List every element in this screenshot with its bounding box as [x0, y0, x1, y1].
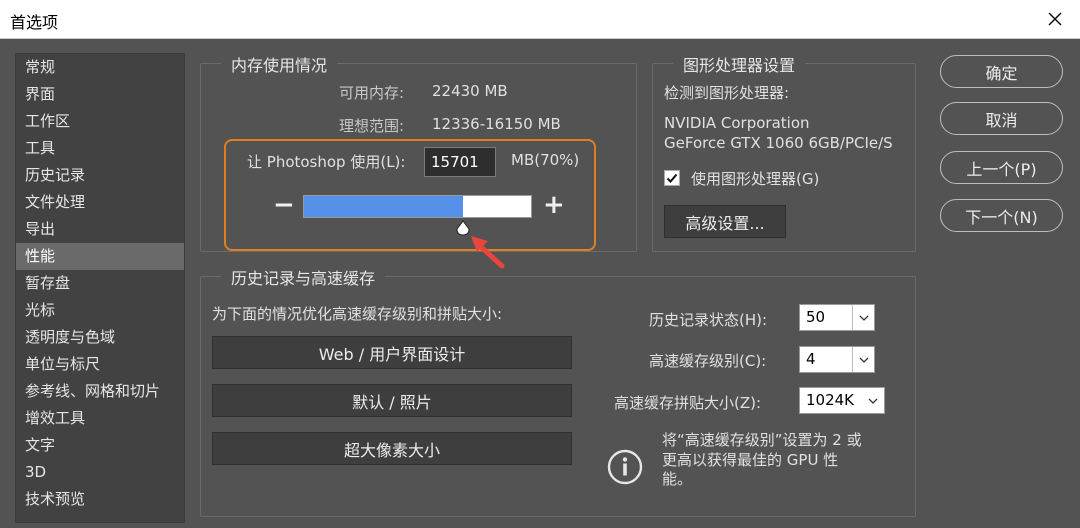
- close-icon: [1048, 12, 1062, 26]
- preset-default-photo-button[interactable]: 默认 / 照片: [212, 384, 572, 417]
- sidebar-item-type[interactable]: 文字: [16, 432, 184, 459]
- memory-amount-input[interactable]: [424, 147, 496, 177]
- memory-slider[interactable]: [303, 195, 532, 218]
- next-button[interactable]: 下一个(N): [940, 199, 1063, 232]
- ok-button[interactable]: 确定: [940, 55, 1063, 88]
- ideal-range-label: 理想范围:: [339, 117, 405, 135]
- info-text-line-1: 将“高速缓存级别”设置为 2 或: [662, 431, 862, 449]
- checkmark-icon: [666, 173, 678, 183]
- preset-web-ui-button[interactable]: Web / 用户界面设计: [212, 336, 572, 369]
- available-memory-value: 22430 MB: [432, 82, 508, 100]
- use-gpu-checkbox[interactable]: [664, 170, 680, 186]
- close-button[interactable]: [1040, 4, 1070, 34]
- preset-huge-pixel-button[interactable]: 超大像素大小: [212, 432, 572, 465]
- increase-memory-button[interactable]: +: [543, 190, 565, 220]
- available-memory-label: 可用内存:: [339, 84, 405, 102]
- info-text-line-3: 能。: [662, 470, 693, 488]
- cache-levels-select[interactable]: 4: [799, 346, 875, 373]
- memory-unit-label: MB(70%): [511, 151, 580, 169]
- sidebar-item-transparency-gamut[interactable]: 透明度与色域: [16, 324, 184, 351]
- ideal-range-value: 12336-16150 MB: [432, 115, 561, 133]
- gpu-model: GeForce GTX 1060 6GB/PCIe/S: [664, 134, 893, 152]
- gpu-settings-legend: 图形处理器设置: [673, 52, 806, 76]
- cache-tile-size-label: 高速缓存拼贴大小(Z):: [614, 394, 762, 412]
- sidebar-item-plugins[interactable]: 增效工具: [16, 405, 184, 432]
- optimize-cache-label: 为下面的情况优化高速缓存级别和拼贴大小:: [212, 305, 503, 323]
- memory-slider-fill: [304, 196, 463, 217]
- cache-tile-size-select[interactable]: 1024K: [799, 387, 885, 414]
- info-icon: [607, 449, 643, 485]
- history-states-label: 历史记录状态(H):: [649, 311, 768, 329]
- history-states-select[interactable]: 50: [799, 304, 875, 331]
- history-cache-legend: 历史记录与高速缓存: [221, 265, 386, 289]
- sidebar-item-guides-grid-slices[interactable]: 参考线、网格和切片: [16, 378, 184, 405]
- advanced-settings-button[interactable]: 高级设置...: [664, 205, 786, 238]
- sidebar-item-export[interactable]: 导出: [16, 216, 184, 243]
- gpu-vendor: NVIDIA Corporation: [664, 114, 810, 132]
- chevron-down-icon: [868, 398, 878, 404]
- sidebar-item-general[interactable]: 常规: [16, 54, 184, 81]
- sidebar-item-scratch-disks[interactable]: 暂存盘: [16, 270, 184, 297]
- sidebar-item-file-handling[interactable]: 文件处理: [16, 189, 184, 216]
- gpu-detected-label: 检测到图形处理器:: [664, 84, 790, 102]
- chevron-down-icon: [859, 357, 868, 363]
- use-gpu-label: 使用图形处理器(G): [691, 170, 820, 188]
- memory-usage-legend: 内存使用情况: [221, 52, 338, 76]
- cache-levels-label: 高速缓存级别(C):: [649, 352, 767, 370]
- sidebar-item-technology-previews[interactable]: 技术预览: [16, 486, 184, 513]
- sidebar-item-cursors[interactable]: 光标: [16, 297, 184, 324]
- cache-levels-value: 4: [806, 350, 816, 368]
- preferences-sidebar: 常规 界面 工作区 工具 历史记录 文件处理 导出 性能 暂存盘 光标 透明度与…: [15, 53, 185, 523]
- chevron-down-icon: [859, 315, 868, 321]
- sidebar-item-units-rulers[interactable]: 单位与标尺: [16, 351, 184, 378]
- decrease-memory-button[interactable]: −: [273, 190, 295, 220]
- cache-tile-size-value: 1024K: [806, 391, 855, 409]
- history-states-value: 50: [806, 308, 826, 326]
- window-title: 首选项: [10, 13, 59, 32]
- sidebar-item-history-log[interactable]: 历史记录: [16, 162, 184, 189]
- photoshop-use-label: 让 Photoshop 使用(L):: [247, 153, 406, 171]
- sidebar-item-tools[interactable]: 工具: [16, 135, 184, 162]
- info-text-line-2: 更高以获得最佳的 GPU 性: [662, 451, 839, 469]
- cancel-button[interactable]: 取消: [940, 102, 1063, 135]
- sidebar-item-interface[interactable]: 界面: [16, 81, 184, 108]
- sidebar-item-3d[interactable]: 3D: [16, 459, 184, 486]
- title-bar: 首选项: [0, 0, 1080, 39]
- previous-button[interactable]: 上一个(P): [940, 151, 1063, 184]
- sidebar-item-workspace[interactable]: 工作区: [16, 108, 184, 135]
- annotation-arrow-icon: [471, 236, 505, 269]
- sidebar-item-performance[interactable]: 性能: [16, 243, 184, 270]
